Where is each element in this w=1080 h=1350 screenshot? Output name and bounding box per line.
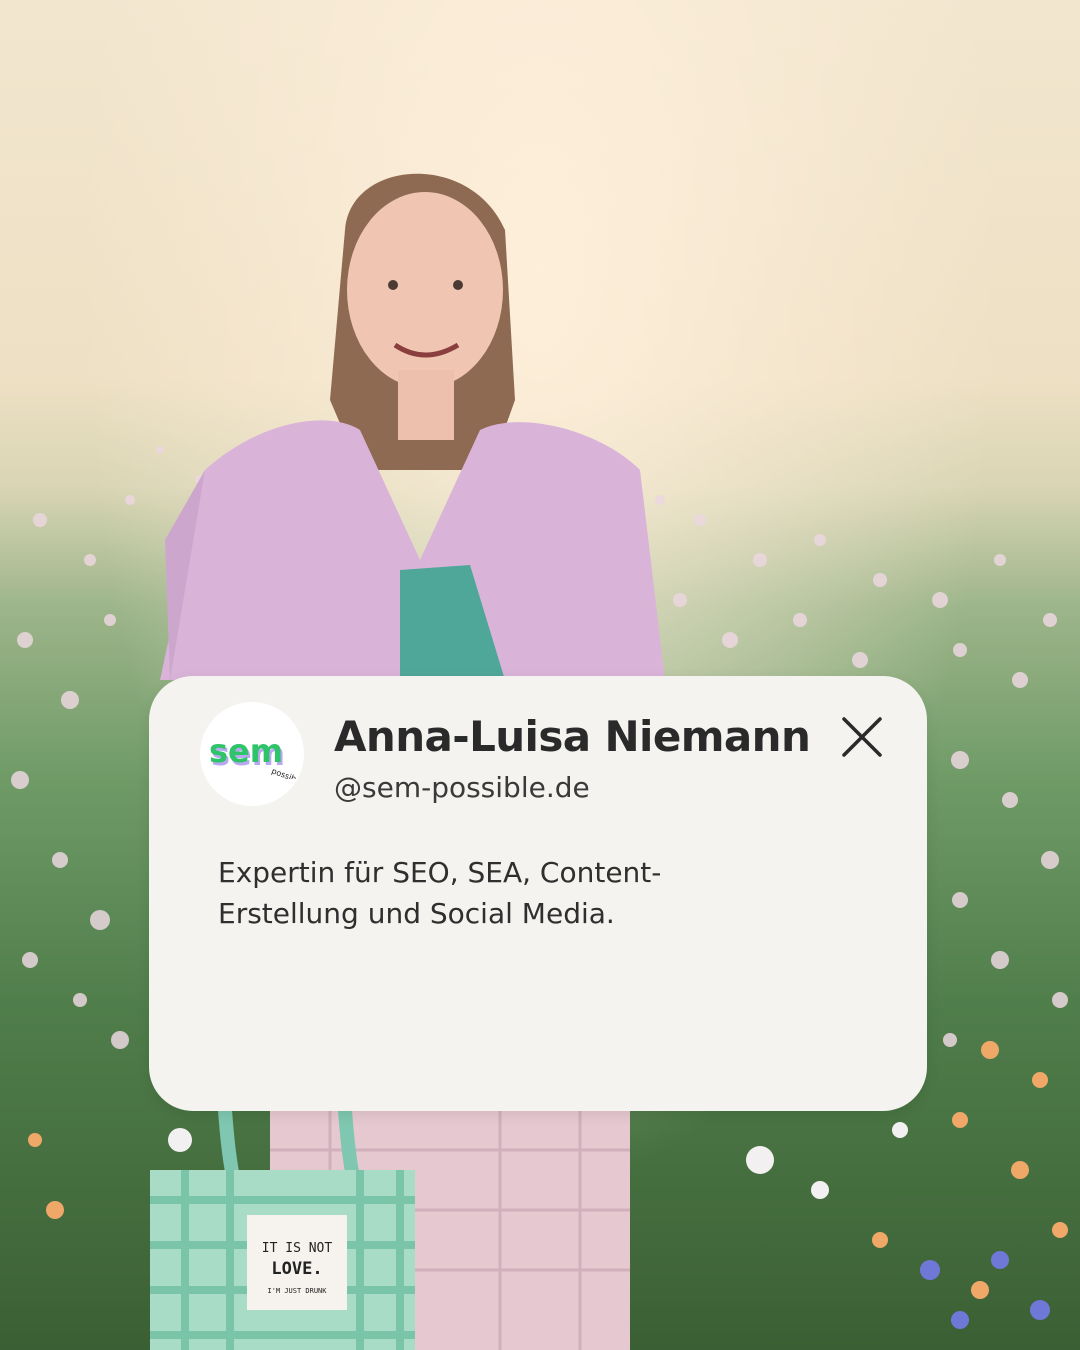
bio-line-2: Erstellung und Social Media. [218,897,615,930]
bag-text-line2: LOVE. [271,1259,322,1279]
profile-handle[interactable]: @sem-possible.de [334,771,590,804]
logo-text: sem [209,732,283,770]
close-icon [842,717,882,757]
close-button[interactable] [839,714,885,760]
profile-card: sem sem possible Anna-Luisa Niemann @sem… [149,676,927,1111]
bag-text-line1: IT IS NOT [262,1241,333,1256]
profile-bio: Expertin für SEO, SEA, Content- Erstellu… [218,852,778,934]
bag-text-line3: I'M JUST DRUNK [267,1287,327,1295]
profile-name: Anna-Luisa Niemann [334,712,811,761]
bio-line-1: Expertin für SEO, SEA, Content- [218,856,662,889]
sem-logo: sem sem possible [209,732,297,779]
avatar[interactable]: sem sem possible [200,702,304,806]
person-photo: IT IS NOT LOVE. I'M JUST DRUNK [150,173,665,1350]
